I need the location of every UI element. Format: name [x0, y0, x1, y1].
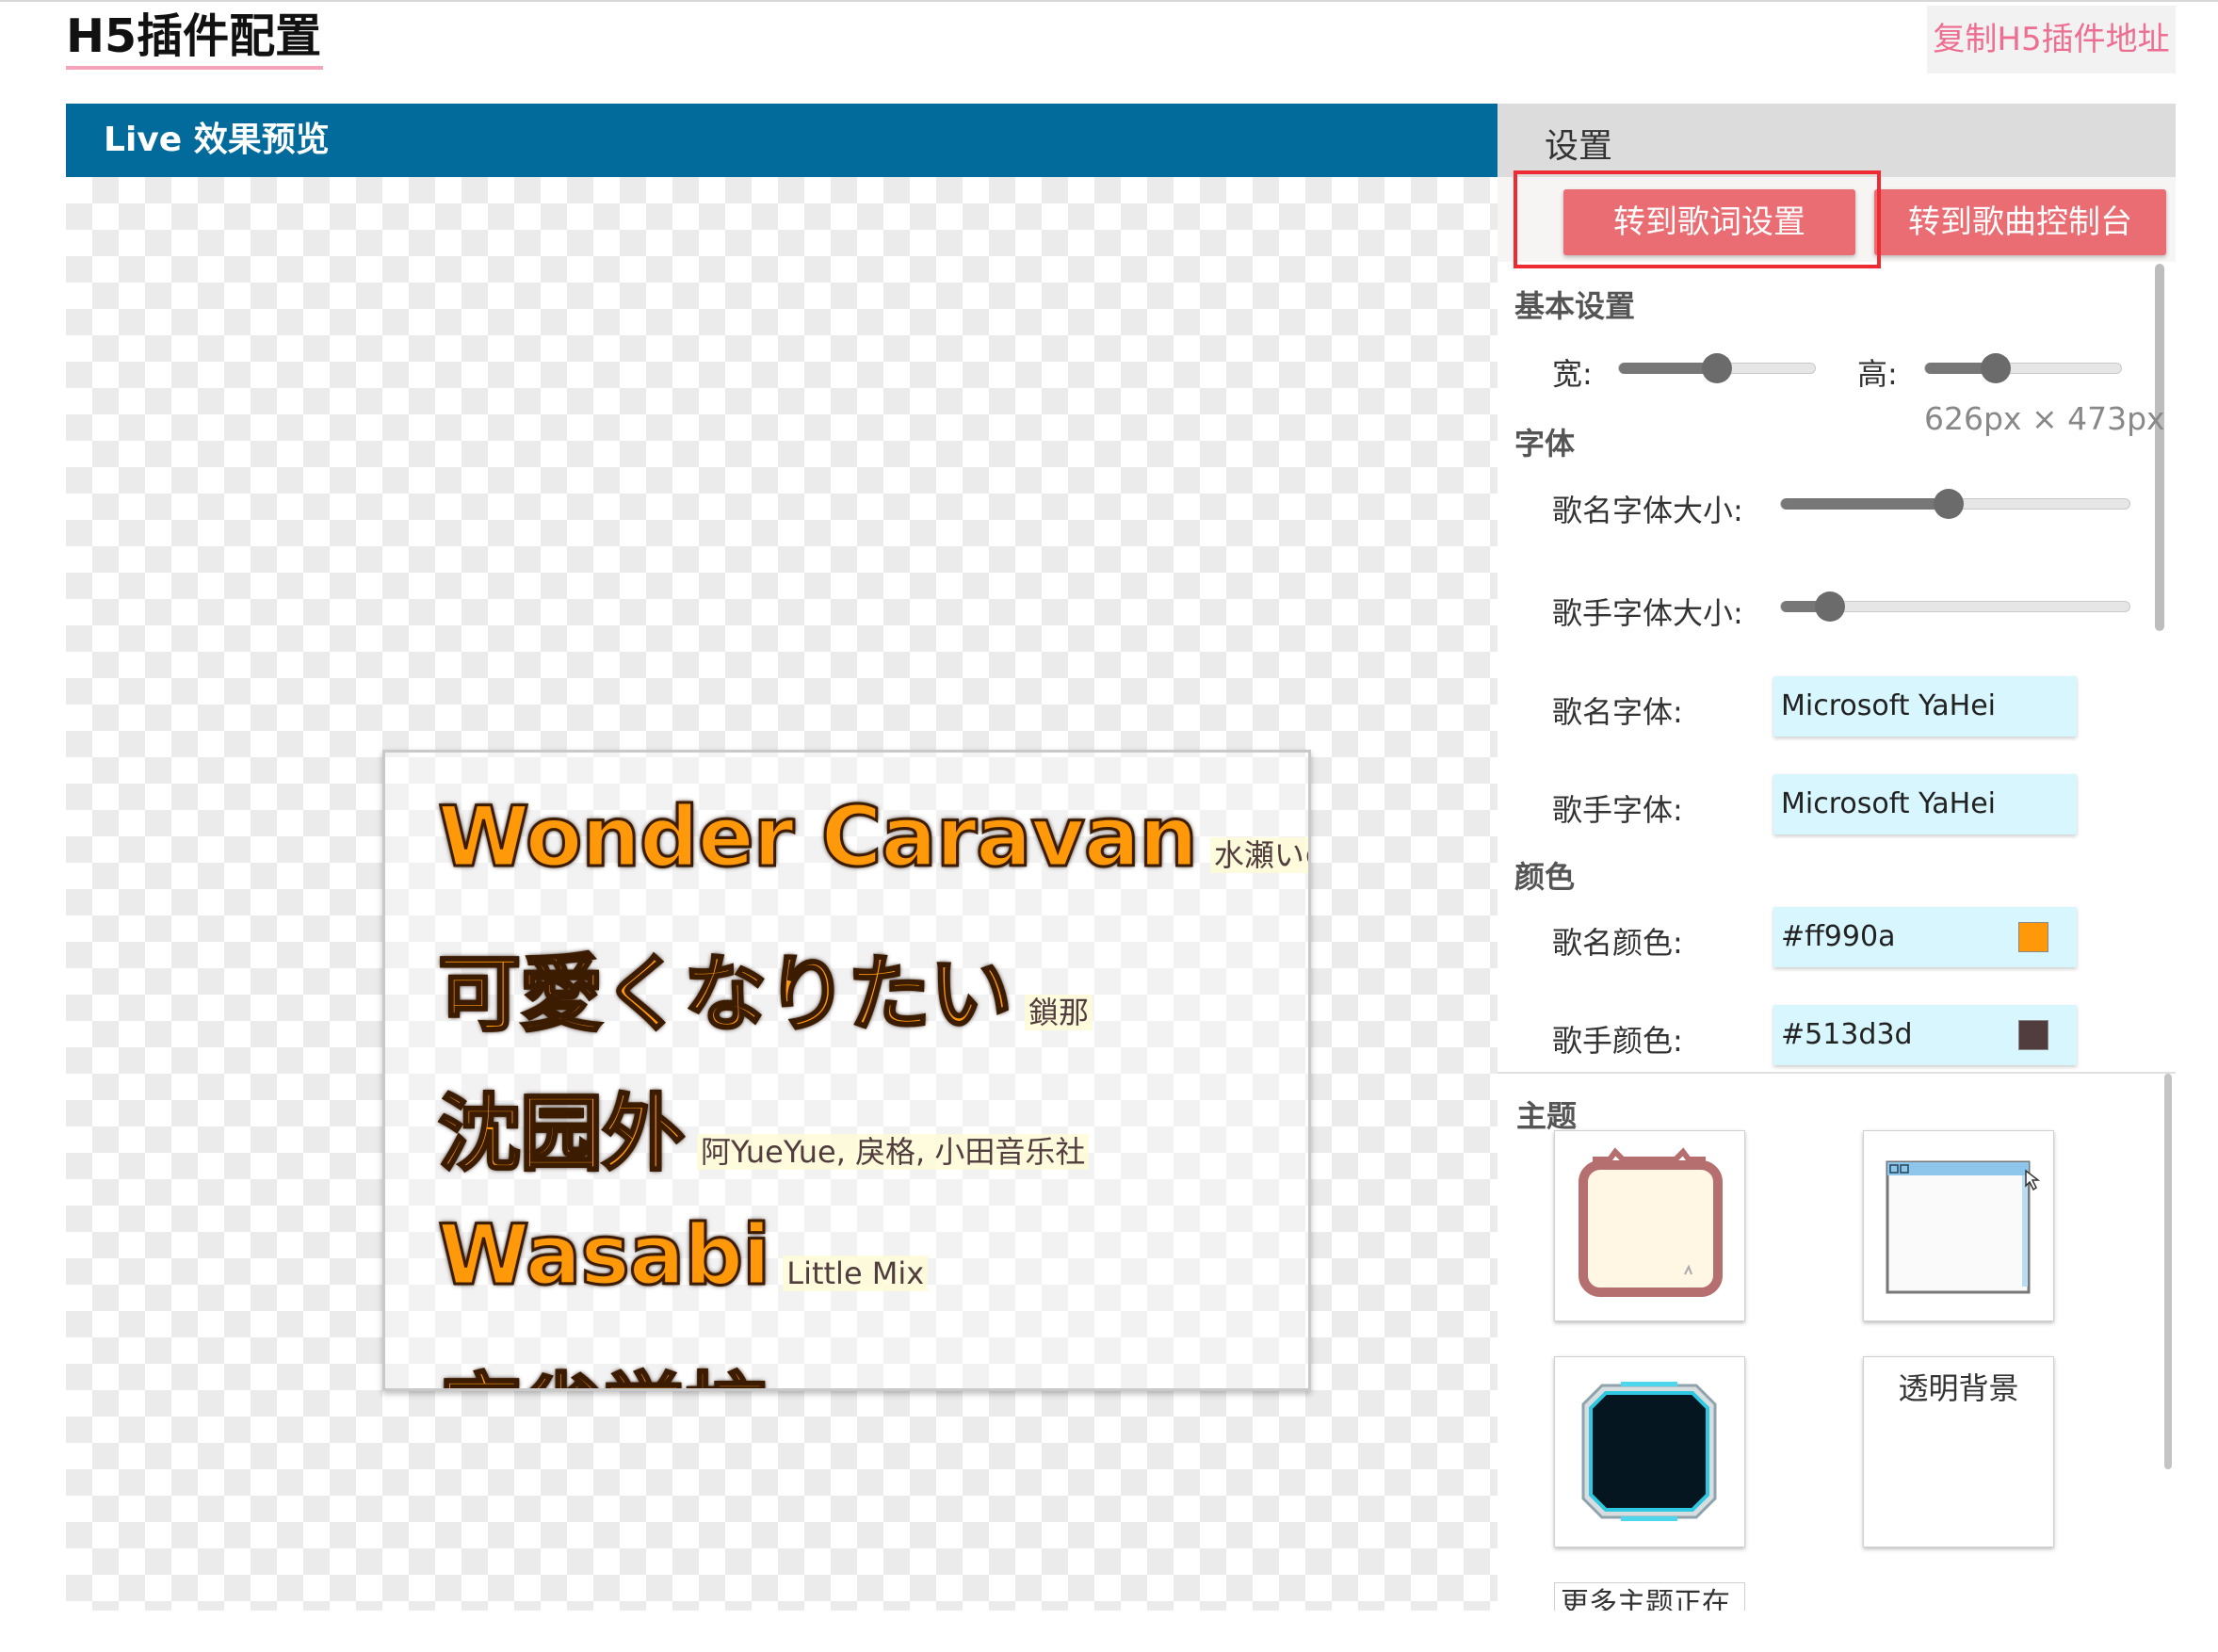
song-singer: 阿YueYue, 戾格, 小田音乐社 [697, 1134, 1090, 1170]
theme-scrollbar[interactable] [2164, 1074, 2172, 1469]
song-name: 可愛くなりたい [436, 945, 1013, 1045]
theme-card-transparent[interactable]: 透明背景 [1863, 1356, 2054, 1547]
song-row: 可愛くなりたい 鎖那 [436, 928, 1093, 1047]
singer-font-size-label: 歌手字体大小: [1552, 595, 1743, 631]
song-color-swatch[interactable] [2018, 922, 2048, 952]
basic-settings-title: 基本设置 [1514, 288, 1636, 324]
song-singer: 水瀬いのり [1209, 837, 1308, 873]
goto-song-console-button[interactable]: 转到歌曲控制台 [1874, 189, 2166, 255]
singer-font-size-slider[interactable] [1780, 591, 2130, 622]
singer-font-size-knob[interactable] [1814, 591, 1845, 622]
song-singer: 鎖那 [1025, 995, 1093, 1030]
color-section-title: 颜色 [1514, 859, 1576, 895]
song-row: 沈园外 阿YueYue, 戾格, 小田音乐社 [436, 1067, 1090, 1187]
singer-color-input[interactable]: #513d3d [1773, 1005, 2077, 1065]
theme-card-dark[interactable] [1554, 1356, 1745, 1547]
preview-window: Wonder Caravan水瀬いのり 可愛くなりたい鎖那 沈园外阿YueYue… [382, 750, 1311, 1391]
height-label: 高: [1857, 356, 1898, 392]
singer-font-label: 歌手字体: [1552, 792, 1683, 828]
top-border [0, 0, 2218, 2]
width-slider-knob[interactable] [1702, 353, 1732, 383]
height-slider-knob[interactable] [1980, 353, 2011, 383]
song-font-size-slider[interactable] [1780, 489, 2130, 519]
song-font-size-label: 歌名字体大小: [1552, 493, 1743, 528]
singer-color-swatch[interactable] [2018, 1020, 2048, 1050]
preview-header: Live 效果预览 [66, 104, 1498, 177]
song-name: Wonder Caravan [437, 787, 1200, 887]
width-slider[interactable] [1618, 353, 1816, 383]
section-divider [1498, 1072, 2176, 1074]
song-row: 麻雀学校群星 [436, 1346, 847, 1389]
theme-card-cream[interactable] [1554, 1130, 1745, 1321]
song-name: 麻雀学校 [436, 1363, 768, 1389]
singer-color-label: 歌手颜色: [1552, 1023, 1683, 1059]
settings-scrollbar[interactable] [2155, 264, 2164, 631]
theme-card-more[interactable]: 更多主题正在 [1554, 1582, 1745, 1611]
song-row: Wonder Caravan水瀬いのり [437, 787, 1308, 887]
transparent-theme-label: 透明背景 [1898, 1370, 2019, 1406]
more-themes-label: 更多主题正在 [1561, 1587, 1730, 1611]
cream-theme-icon [1579, 1147, 1723, 1297]
song-color-input[interactable]: #ff990a [1773, 907, 2077, 967]
song-font-label: 歌名字体: [1552, 694, 1683, 730]
copy-h5-url-button[interactable]: 复制H5插件地址 [1927, 6, 2176, 73]
window-theme-icon [1886, 1160, 2041, 1294]
dimensions-readout: 626px × 473px [1924, 400, 2165, 437]
title-underline [66, 66, 323, 70]
dark-theme-icon [1581, 1382, 1717, 1521]
singer-font-input[interactable]: Microsoft YaHei [1773, 774, 2077, 834]
song-font-input[interactable]: Microsoft YaHei [1773, 676, 2077, 737]
song-name: 沈园外 [436, 1084, 686, 1184]
song-font-size-knob[interactable] [1933, 489, 1964, 519]
song-row: Wasabi Little Mix [436, 1206, 929, 1305]
singer-color-value: #513d3d [1781, 1018, 1913, 1051]
song-color-label: 歌名颜色: [1552, 925, 1683, 961]
settings-header: 设置 [1498, 104, 2176, 181]
font-section-title: 字体 [1514, 426, 1576, 462]
height-slider[interactable] [1924, 353, 2122, 383]
width-label: 宽: [1552, 356, 1593, 392]
theme-card-window[interactable] [1863, 1130, 2054, 1321]
song-name: Wasabi [436, 1206, 771, 1305]
preview-canvas: Wonder Caravan水瀬いのり 可愛くなりたい鎖那 沈园外阿YueYue… [66, 177, 1498, 1611]
goto-lyrics-settings-button[interactable]: 转到歌词设置 [1563, 189, 1855, 255]
page-title: H5插件配置 [66, 9, 322, 63]
song-singer: Little Mix [783, 1255, 929, 1291]
song-color-value: #ff990a [1781, 920, 1896, 953]
